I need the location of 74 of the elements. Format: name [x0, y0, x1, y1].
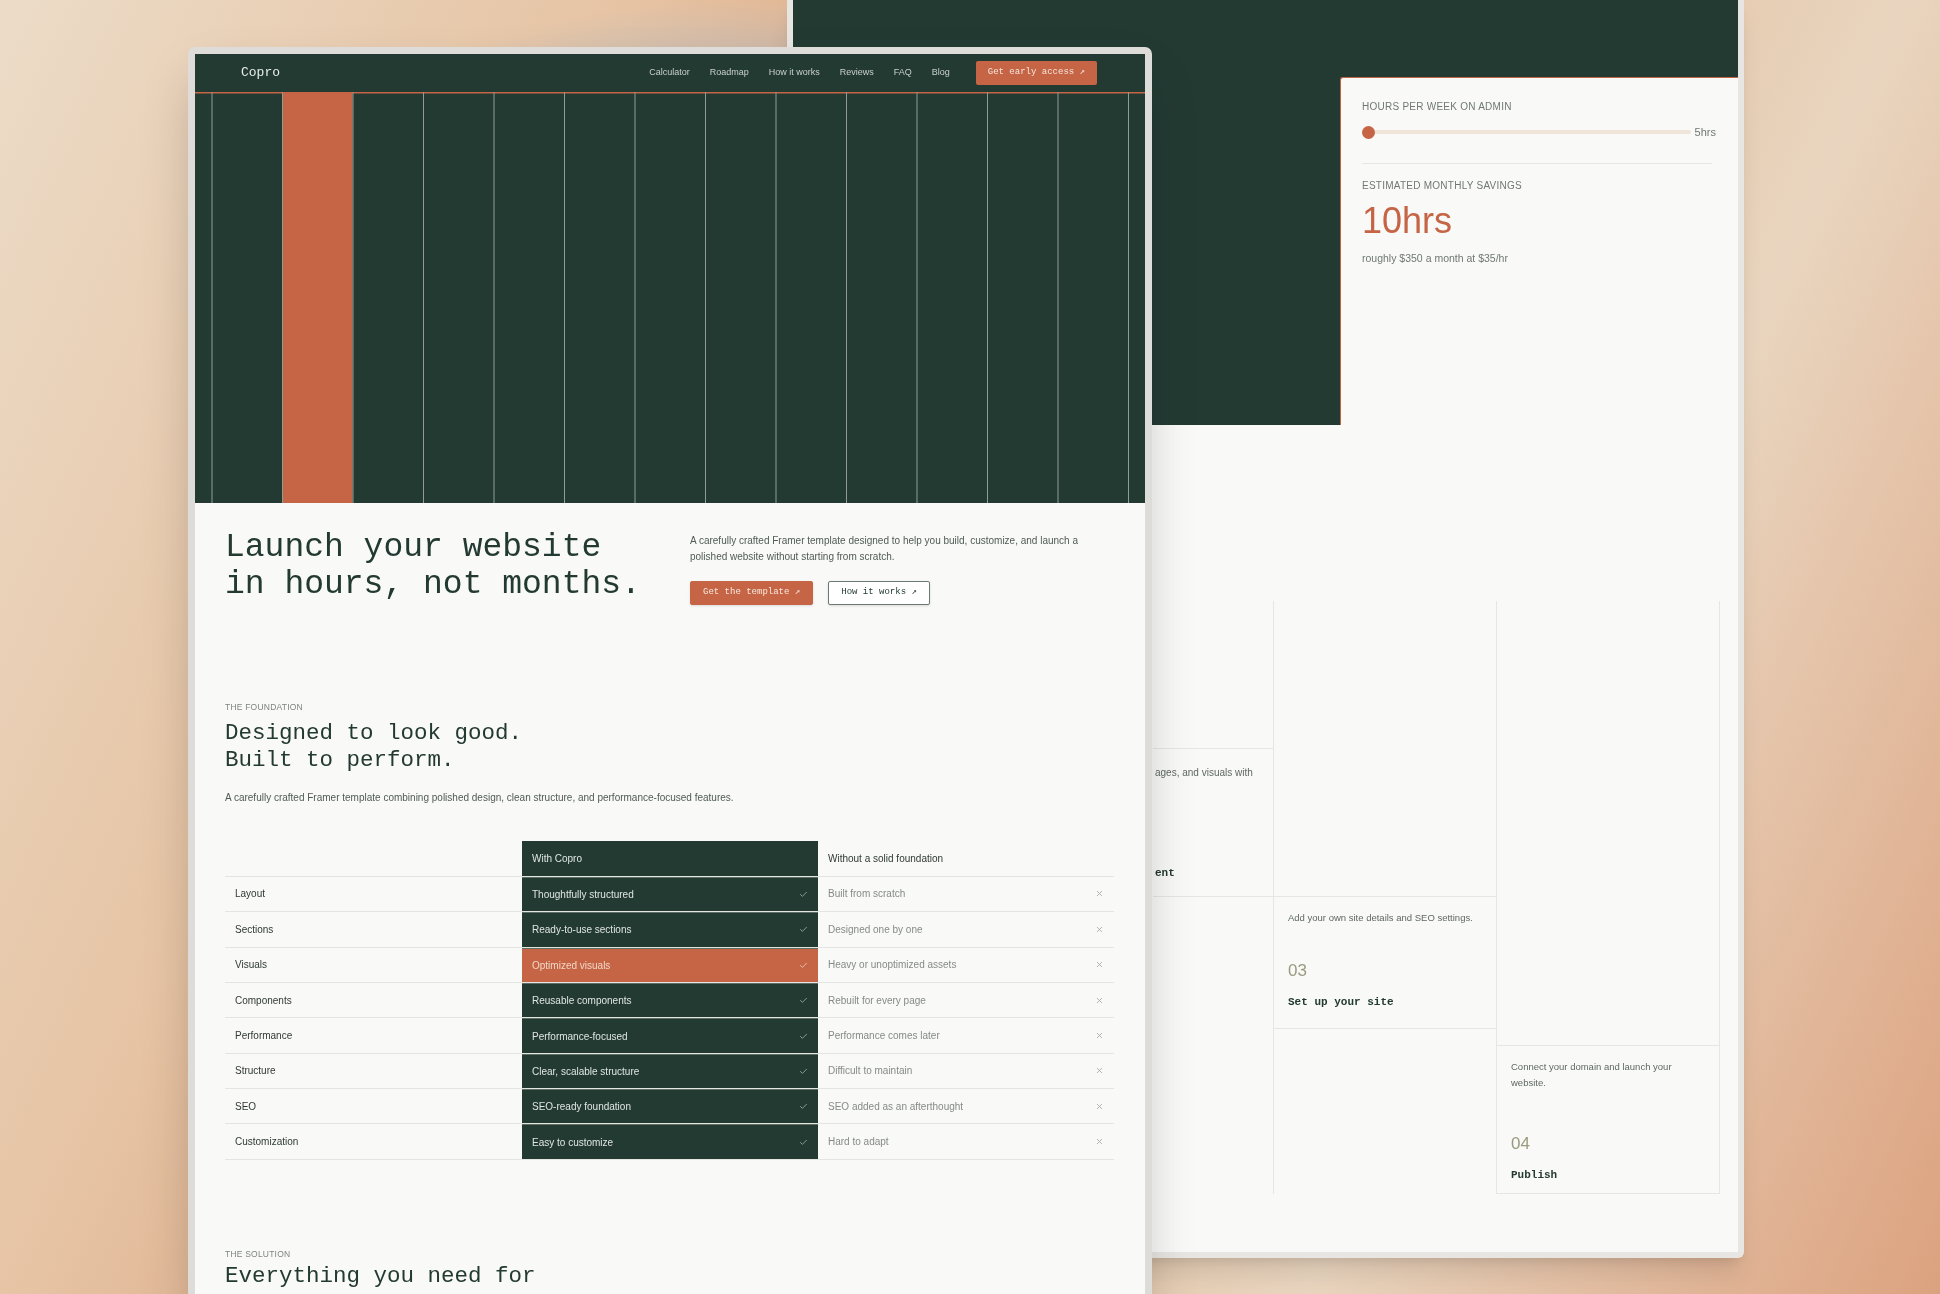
table-cell-text: Sections [234, 922, 275, 937]
step-description: Add your own site details and SEO settings. [1288, 911, 1474, 925]
check-icon [799, 1137, 808, 1147]
table-cell: SEO added as an afterthought [818, 1089, 1114, 1124]
field-label: ESTIMATED MONTHLY SAVINGS [1362, 178, 1522, 193]
hero-heading: in hours, not months. [225, 566, 641, 603]
step-number: 04 [1511, 1133, 1530, 1155]
check-icon [799, 1102, 808, 1112]
table-cell: Easy to customize [522, 1124, 818, 1159]
table-cell: Optimized visuals [522, 947, 818, 982]
cross-icon [1095, 1066, 1104, 1076]
nav-link[interactable]: Blog [931, 66, 950, 80]
table-cell-text: SEO [234, 1099, 258, 1114]
logo[interactable]: Copro [241, 63, 280, 83]
step-title: Set up your site [1288, 994, 1394, 1010]
field-label: HOURS PER WEEK ON ADMIN [1362, 100, 1512, 114]
section-description: A carefully crafted Framer template combining polished design, clean structure, and performance-focused features. [225, 790, 734, 805]
table-header: With Copro [522, 840, 818, 876]
table-cell-text: Performance [234, 1029, 294, 1043]
nav-link[interactable]: Roadmap [709, 66, 749, 80]
cross-icon [1095, 1031, 1104, 1040]
section-heading: Built to perform. [225, 746, 455, 774]
check-icon [799, 1066, 808, 1076]
table-cell: Built from scratch [818, 876, 1114, 912]
savings-note: roughly $350 a month at $35/hr [1362, 250, 1508, 266]
check-icon [799, 889, 808, 899]
table-cell: SEO-ready foundation [522, 1089, 818, 1124]
template-button[interactable]: Get the template ↗ [690, 581, 814, 605]
hero-heading: Launch your website [225, 529, 602, 566]
step-title: Publish [1511, 1167, 1558, 1183]
table-header: Without a solid foundation [827, 851, 945, 866]
table-cell: Performance-focused [522, 1018, 818, 1053]
how-it-works-button[interactable]: How it works ↗ [828, 581, 930, 605]
check-icon [799, 996, 808, 1006]
table-cell: Heavy or unoptimized assets [818, 947, 1114, 982]
step-description: Connect your domain and launch your website. [1511, 1060, 1673, 1090]
cross-icon [1095, 995, 1104, 1005]
nav-link[interactable]: How it works [768, 66, 820, 80]
section-eyebrow: THE FOUNDATION [225, 701, 303, 714]
cross-icon [1095, 1137, 1104, 1147]
table-cell: Clear, scalable structure [522, 1053, 818, 1089]
table-cell: Thoughtfully structured [522, 876, 818, 912]
cross-icon [1095, 960, 1104, 970]
table-cell-text: Layout [234, 887, 267, 902]
hero-description: A carefully crafted Framer template designed to help you build, customize, and launch a polished website without starting from scratch. [690, 534, 1079, 564]
step-title: ent [1155, 866, 1175, 881]
check-icon [799, 960, 808, 970]
section-eyebrow: THE SOLUTION [225, 1247, 291, 1261]
step-description: ages, and visuals with [1155, 766, 1253, 780]
table-cell: Designed one by one [818, 912, 1114, 947]
table-cell: Performance comes later [818, 1018, 1114, 1053]
nav-link[interactable]: Calculator [649, 66, 690, 80]
slider-reading: 5hrs [1694, 125, 1716, 140]
table-cell-text: Visuals [234, 958, 269, 973]
table-cell: Reusable components [522, 982, 818, 1018]
table-cell-text: Components [234, 993, 293, 1008]
savings-value: 10hrs [1362, 200, 1453, 241]
nav-link[interactable]: FAQ [893, 66, 912, 80]
table-cell: Hard to adapt [818, 1124, 1114, 1159]
check-icon [799, 1031, 808, 1041]
section-heading: Everything you need for [225, 1262, 536, 1290]
cross-icon [1095, 924, 1104, 934]
table-cell: Rebuilt for every page [818, 982, 1114, 1018]
table-cell-text: Structure [234, 1064, 277, 1079]
slider-thumb[interactable] [1362, 125, 1375, 139]
table-cell: Ready-to-use sections [522, 912, 818, 947]
step-number: 03 [1288, 960, 1307, 982]
section-heading: Designed to look good. [225, 719, 523, 747]
table-cell-text: Customization [234, 1135, 300, 1150]
cross-icon [1095, 1101, 1104, 1111]
table-cell: Difficult to maintain [818, 1053, 1114, 1089]
cross-icon [1095, 889, 1104, 899]
check-icon [799, 925, 808, 935]
nav-link[interactable]: Reviews [839, 66, 874, 80]
